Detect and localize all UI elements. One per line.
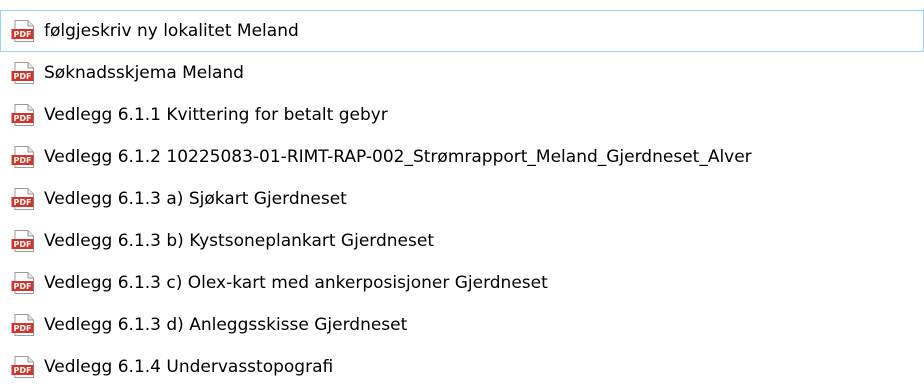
file-name: følgjeskriv ny lokalitet Meland <box>44 21 299 41</box>
file-item[interactable]: PDF Vedlegg 6.1.3 d) Anleggsskisse Gjerd… <box>0 304 924 346</box>
svg-text:PDF: PDF <box>14 198 32 207</box>
file-name: Vedlegg 6.1.3 a) Sjøkart Gjerdneset <box>44 189 347 209</box>
file-item[interactable]: PDF Vedlegg 6.1.4 Undervasstopografi <box>0 346 924 388</box>
pdf-file-icon: PDF <box>11 314 35 336</box>
pdf-file-icon: PDF <box>11 230 35 252</box>
pdf-file-icon: PDF <box>11 146 35 168</box>
svg-text:PDF: PDF <box>14 324 32 333</box>
pdf-file-icon: PDF <box>11 20 35 42</box>
file-name: Vedlegg 6.1.1 Kvittering for betalt geby… <box>44 105 388 125</box>
pdf-file-icon: PDF <box>11 104 35 126</box>
svg-text:PDF: PDF <box>14 30 32 39</box>
svg-text:PDF: PDF <box>14 72 32 81</box>
svg-text:PDF: PDF <box>14 366 32 375</box>
file-item[interactable]: PDF følgjeskriv ny lokalitet Meland <box>0 10 924 52</box>
file-name: Vedlegg 6.1.3 c) Olex-kart med ankerposi… <box>44 273 548 293</box>
file-name: Vedlegg 6.1.3 d) Anleggsskisse Gjerdnese… <box>44 315 408 335</box>
file-item[interactable]: PDF Vedlegg 6.1.3 b) Kystsoneplankart Gj… <box>0 220 924 262</box>
file-name: Søknadsskjema Meland <box>44 63 244 83</box>
file-name: Vedlegg 6.1.2 10225083-01-RIMT-RAP-002_S… <box>44 147 752 167</box>
file-item[interactable]: PDF Vedlegg 6.1.3 a) Sjøkart Gjerdneset <box>0 178 924 220</box>
file-item[interactable]: PDF Vedlegg 6.1.1 Kvittering for betalt … <box>0 94 924 136</box>
svg-text:PDF: PDF <box>14 114 32 123</box>
svg-text:PDF: PDF <box>14 156 32 165</box>
svg-text:PDF: PDF <box>14 282 32 291</box>
file-item[interactable]: PDF Vedlegg 6.1.2 10225083-01-RIMT-RAP-0… <box>0 136 924 178</box>
svg-text:PDF: PDF <box>14 240 32 249</box>
file-name: Vedlegg 6.1.4 Undervasstopografi <box>44 357 334 377</box>
pdf-file-icon: PDF <box>11 62 35 84</box>
file-item[interactable]: PDF Søknadsskjema Meland <box>0 52 924 94</box>
pdf-file-icon: PDF <box>11 188 35 210</box>
file-list: PDF følgjeskriv ny lokalitet Meland PDF … <box>0 10 924 388</box>
file-name: Vedlegg 6.1.3 b) Kystsoneplankart Gjerdn… <box>44 231 434 251</box>
pdf-file-icon: PDF <box>11 356 35 378</box>
file-item[interactable]: PDF Vedlegg 6.1.3 c) Olex-kart med anker… <box>0 262 924 304</box>
pdf-file-icon: PDF <box>11 272 35 294</box>
